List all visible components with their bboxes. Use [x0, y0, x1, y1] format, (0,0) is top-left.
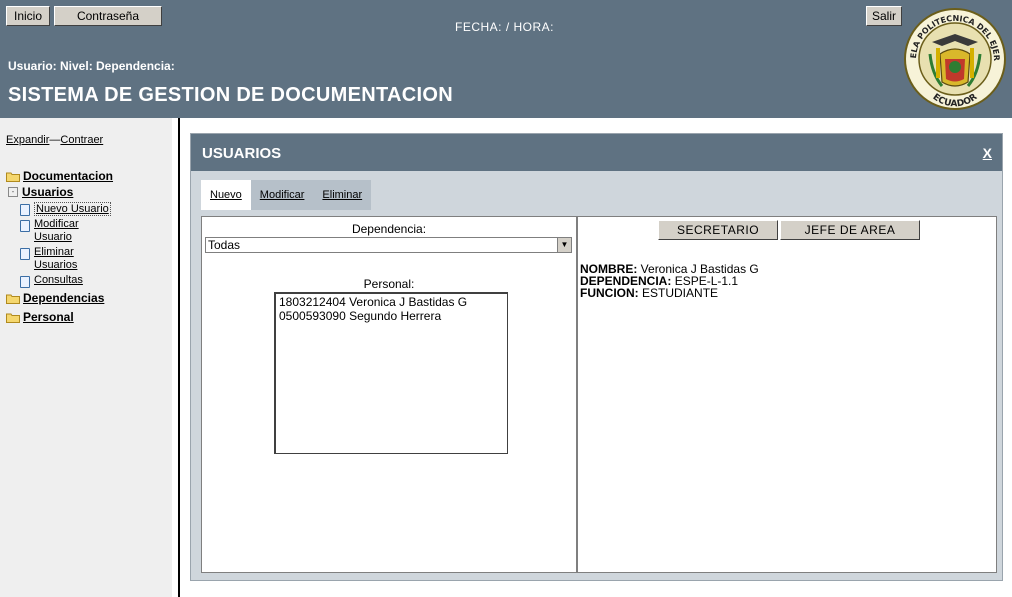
tab-eliminar[interactable]: Eliminar	[313, 180, 372, 210]
folder-icon	[6, 171, 20, 182]
dependencia-selected-value: Todas	[208, 238, 241, 252]
sidebar: Expandir—Contraer Documentacion - Usuari…	[0, 118, 172, 597]
usuarios-window: USUARIOS X Nuevo Modificar Eliminar Depe…	[190, 133, 1003, 581]
inicio-button[interactable]: Inicio	[6, 6, 50, 26]
expandir-link[interactable]: Expandir	[6, 134, 49, 146]
jefe-de-area-button[interactable]: JEFE DE AREA	[780, 220, 920, 240]
system-title: SISTEMA DE GESTION DE DOCUMENTACION	[8, 84, 453, 106]
list-item[interactable]: 0500593090 Segundo Herrera	[279, 309, 504, 323]
user-info-line: Usuario: Nivel: Dependencia:	[8, 59, 175, 73]
tree-node-personal[interactable]: Personal	[6, 309, 113, 325]
tree-node-dependencias[interactable]: Dependencias	[6, 290, 113, 306]
tree-label-nuevo-usuario: Nuevo Usuario	[34, 202, 111, 216]
tab-modificar[interactable]: Modificar	[250, 180, 314, 210]
funcion-value: ESTUDIANTE	[642, 286, 719, 300]
document-icon	[20, 220, 30, 232]
document-icon	[20, 276, 30, 288]
folder-icon	[6, 293, 20, 304]
details-panel: SECRETARIO JEFE DE AREA NOMBRE: Veronica…	[577, 216, 997, 573]
dropdown-arrow-icon[interactable]: ▼	[557, 238, 571, 252]
collapse-toggle-icon[interactable]: -	[8, 187, 18, 197]
personal-label: Personal:	[363, 277, 415, 291]
tree-item-consultas[interactable]: Consultas	[20, 274, 113, 288]
tree-item-nuevo-usuario[interactable]: Nuevo Usuario	[20, 202, 113, 216]
window-title: USUARIOS	[202, 145, 282, 162]
navigation-tree: Documentacion - Usuarios Nuevo Usuario M…	[6, 168, 113, 325]
tab-nuevo[interactable]: Nuevo	[201, 180, 251, 210]
dependencia-label: Dependencia:	[351, 222, 427, 236]
selection-panel: Dependencia: Todas ▼ Personal: 180321240…	[201, 216, 577, 573]
tree-label-eliminar-usuarios: Eliminar Usuarios	[34, 246, 78, 271]
folder-icon	[6, 312, 20, 323]
funcion-label: FUNCION:	[580, 286, 639, 300]
user-details: NOMBRE: Veronica J Bastidas G DEPENDENCI…	[580, 263, 759, 299]
funcion-row: FUNCION: ESTUDIANTE	[580, 287, 759, 299]
contrasena-button[interactable]: Contraseña	[54, 6, 162, 26]
fecha-hora-text: FECHA: / HORA:	[455, 20, 555, 34]
tree-node-usuarios[interactable]: - Usuarios	[6, 184, 113, 200]
dependencia-select[interactable]: Todas ▼	[205, 237, 572, 253]
expand-collapse-links: Expandir—Contraer	[6, 134, 103, 146]
separator: —	[49, 134, 61, 146]
sidebar-divider	[178, 118, 180, 597]
app-header: Inicio Contraseña FECHA: / HORA: Salir U…	[0, 0, 1012, 118]
window-titlebar: USUARIOS X	[191, 134, 1002, 171]
tree-label-usuarios: Usuarios	[22, 185, 74, 199]
contraer-link[interactable]: Contraer	[60, 134, 103, 146]
salir-button[interactable]: Salir	[866, 6, 902, 26]
tree-label-modificar-usuario: Modificar Usuario	[34, 218, 79, 243]
espe-logo-seal: ESCUELA POLITECNICA DEL EJERCITO ECUADOR	[899, 0, 1008, 114]
tree-label-personal: Personal	[23, 310, 74, 324]
tree-label-dependencias: Dependencias	[23, 291, 105, 305]
list-item[interactable]: 1803212404 Veronica J Bastidas G	[279, 295, 504, 309]
personal-listbox[interactable]: 1803212404 Veronica J Bastidas G 0500593…	[274, 292, 508, 454]
document-icon	[20, 204, 30, 216]
tree-label-documentacion: Documentacion	[23, 169, 114, 183]
tree-item-eliminar-usuarios[interactable]: Eliminar Usuarios	[20, 246, 100, 272]
tab-bar: Nuevo Modificar Eliminar	[201, 180, 372, 210]
secretario-button[interactable]: SECRETARIO	[658, 220, 778, 240]
close-button[interactable]: X	[983, 145, 992, 161]
tree-item-modificar-usuario[interactable]: Modificar Usuario	[20, 218, 100, 244]
tree-node-documentacion[interactable]: Documentacion	[6, 168, 113, 184]
tree-label-consultas: Consultas	[34, 274, 83, 286]
document-icon	[20, 248, 30, 260]
